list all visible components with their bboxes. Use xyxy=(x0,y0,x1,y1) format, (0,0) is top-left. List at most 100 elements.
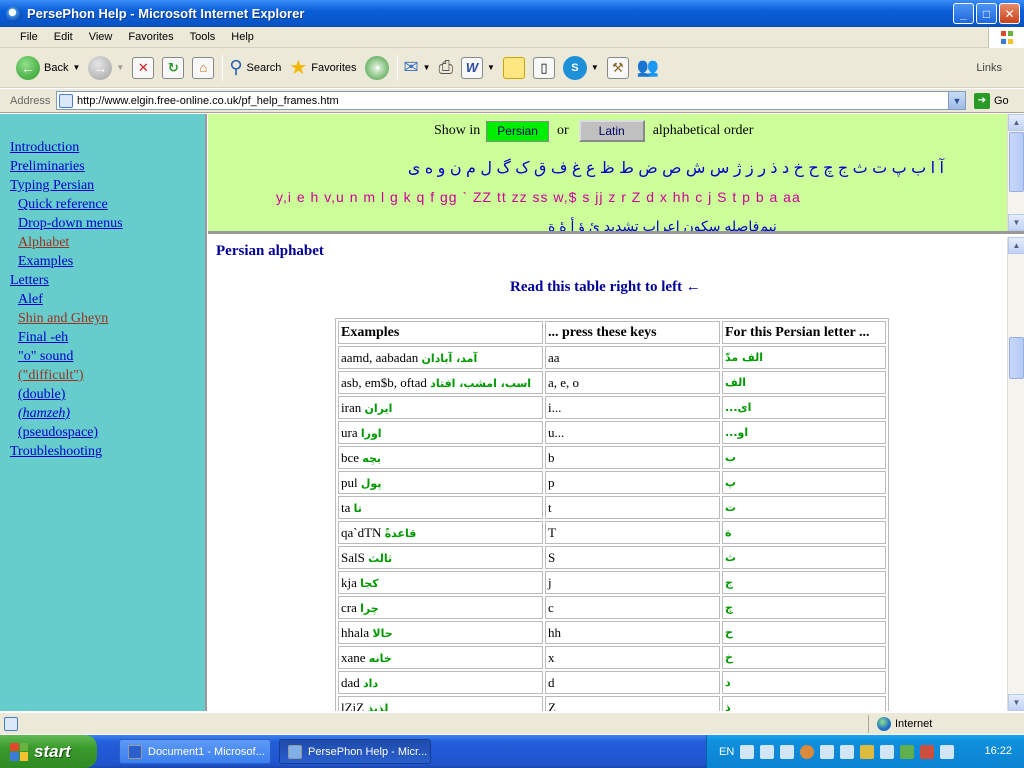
refresh-button[interactable]: ↻ xyxy=(162,56,185,79)
menu-file[interactable]: File xyxy=(12,31,46,43)
diacritics-row[interactable]: نیم‌فاصله سکون اعراب تشدید ئ ؤ أ ۀ ة xyxy=(548,218,777,231)
nav-link-alphabet[interactable]: Alphabet xyxy=(18,233,205,252)
address-dropdown-icon[interactable]: ▼ xyxy=(948,92,965,109)
skype-button[interactable]: S ▼ xyxy=(562,55,599,80)
globe-icon xyxy=(877,717,891,731)
monitor-icon[interactable] xyxy=(820,744,835,759)
stop-button[interactable]: ✕ xyxy=(132,56,155,79)
address-input[interactable]: http://www.elgin.free-online.co.uk/pf_he… xyxy=(56,91,966,110)
start-button[interactable]: start xyxy=(0,735,97,768)
nav-link-double[interactable]: (double) xyxy=(18,385,205,404)
antivirus-icon[interactable] xyxy=(920,744,935,759)
back-button[interactable]: ← Back ▼ xyxy=(16,55,80,80)
minimize-button[interactable]: _ xyxy=(953,3,974,24)
example-cell: cra چرا xyxy=(338,596,543,619)
letter-cell: پ xyxy=(722,471,886,494)
taskbar-item-ie[interactable]: PersePhon Help - Micr... xyxy=(279,739,431,764)
menu-edit[interactable]: Edit xyxy=(46,31,81,43)
go-arrow-icon: ➔ xyxy=(974,92,990,109)
favorites-button[interactable]: ★ Favorites xyxy=(289,55,356,80)
speaker-icon[interactable] xyxy=(880,744,895,759)
nav-link-troubleshooting[interactable]: Troubleshooting xyxy=(10,442,205,461)
nav-link-introduction[interactable]: Introduction xyxy=(10,138,205,157)
back-label: Back xyxy=(44,61,69,74)
scroll-up-icon[interactable]: ▲ xyxy=(1008,237,1024,254)
keys-cell: j xyxy=(545,571,720,594)
network-icon[interactable] xyxy=(840,744,855,759)
letter-cell: الف مدّ xyxy=(722,346,886,369)
nav-link-final-eh[interactable]: Final -eh xyxy=(18,328,205,347)
keys-cell: t xyxy=(545,496,720,519)
nav-link-preliminaries[interactable]: Preliminaries xyxy=(10,157,205,176)
safely-remove-icon[interactable] xyxy=(940,744,955,759)
table-row: SalS ثالث S ث xyxy=(338,546,886,569)
nav-link-pseudospace[interactable]: (pseudospace) xyxy=(18,423,205,442)
edit-button[interactable]: W ▼ xyxy=(460,56,495,79)
persian-letters-row[interactable]: آ ا ب پ ت ث ج چ ح خ د ذ ر ز ژ س ش ص ض ط … xyxy=(274,158,944,178)
table-row: bce بچه b ب xyxy=(338,446,886,469)
scroll-thumb[interactable] xyxy=(1009,337,1024,379)
keys-cell: a, e, o xyxy=(545,371,720,394)
nav-link-drop-down-menus[interactable]: Drop-down menus xyxy=(18,214,205,233)
content-scrollbar[interactable]: ▲ ▼ xyxy=(1007,237,1024,711)
maximize-button[interactable]: □ xyxy=(976,3,997,24)
keyboard-icon[interactable] xyxy=(760,744,775,759)
latin-order-button[interactable]: Latin xyxy=(578,120,645,142)
shield-icon[interactable] xyxy=(860,744,875,759)
links-label[interactable]: Links xyxy=(976,62,1002,74)
nav-link-o-sound[interactable]: "o" sound xyxy=(18,347,205,366)
help-icon[interactable] xyxy=(780,744,795,759)
persian-order-button[interactable]: Persian xyxy=(486,120,549,142)
close-button[interactable]: ✕ xyxy=(999,3,1020,24)
print-button[interactable]: ⎙ xyxy=(439,57,453,78)
language-indicator[interactable]: EN xyxy=(719,746,734,758)
nav-link-hamzeh[interactable]: (hamzeh) xyxy=(18,404,205,423)
nav-link-examples[interactable]: Examples xyxy=(18,252,205,271)
search-button[interactable]: ⚲ Search xyxy=(229,57,281,78)
favorites-label: Favorites xyxy=(311,61,357,74)
menu-favorites[interactable]: Favorites xyxy=(120,31,181,43)
chevron-left-icon[interactable] xyxy=(800,744,815,759)
home-button[interactable]: ⌂ xyxy=(192,56,215,79)
go-button[interactable]: ➔ Go xyxy=(974,92,1009,109)
nav-link-quick-reference[interactable]: Quick reference xyxy=(18,195,205,214)
discuss-button[interactable] xyxy=(502,56,525,79)
menu-view[interactable]: View xyxy=(81,31,121,43)
research-button[interactable]: ▯ xyxy=(532,56,555,79)
scroll-thumb[interactable] xyxy=(1009,132,1024,192)
mail-button[interactable]: ✉ ▼ xyxy=(404,57,431,78)
messenger-button[interactable]: 👥 xyxy=(637,57,659,78)
menu-help[interactable]: Help xyxy=(223,31,262,43)
example-persian: ثالث xyxy=(368,551,393,565)
menu-tools[interactable]: Tools xyxy=(182,31,224,43)
dropdown-arrow-icon[interactable]: ▼ xyxy=(591,63,599,72)
scroll-down-icon[interactable]: ▼ xyxy=(1008,214,1024,231)
taskbar-item-word[interactable]: Document1 - Microsof... xyxy=(119,739,271,764)
dropdown-arrow-icon[interactable]: ▼ xyxy=(487,63,495,72)
forward-button[interactable]: → ▼ xyxy=(88,55,124,80)
letter-cell: ذ xyxy=(722,696,886,711)
tools-button[interactable]: ⚒ xyxy=(606,56,629,79)
scroll-up-icon[interactable]: ▲ xyxy=(1008,114,1024,131)
keys-cell: d xyxy=(545,671,720,694)
table-row: qa`dTN قاعدةً T ة xyxy=(338,521,886,544)
history-button[interactable]: ◔ xyxy=(364,55,389,80)
nav-link-difficult[interactable]: ("difficult") xyxy=(18,366,205,385)
pen-icon[interactable] xyxy=(740,744,755,759)
scroll-down-icon[interactable]: ▼ xyxy=(1008,694,1024,711)
dropdown-arrow-icon[interactable]: ▼ xyxy=(116,63,124,72)
table-row: iran ایران i... ای... xyxy=(338,396,886,419)
address-url[interactable]: http://www.elgin.free-online.co.uk/pf_he… xyxy=(77,95,339,107)
task-label: Document1 - Microsof... xyxy=(148,745,265,758)
phone-icon: ▯ xyxy=(532,56,555,79)
alphabet-scrollbar[interactable]: ▲ ▼ xyxy=(1007,114,1024,231)
nav-link-typing-persian[interactable]: Typing Persian xyxy=(10,176,205,195)
messenger-tray-icon[interactable] xyxy=(900,744,915,759)
nav-link-alef[interactable]: Alef xyxy=(18,290,205,309)
latin-keys-row[interactable]: y,i e h v,u n m l g k q f gg ` ZZ tt zz … xyxy=(276,189,801,205)
nav-link-letters[interactable]: Letters xyxy=(10,271,205,290)
example-persian: لذیذ xyxy=(367,701,389,712)
dropdown-arrow-icon[interactable]: ▼ xyxy=(423,63,431,72)
dropdown-arrow-icon[interactable]: ▼ xyxy=(72,63,80,72)
nav-link-shin-and-gheyn[interactable]: Shin and Gheyn xyxy=(18,309,205,328)
